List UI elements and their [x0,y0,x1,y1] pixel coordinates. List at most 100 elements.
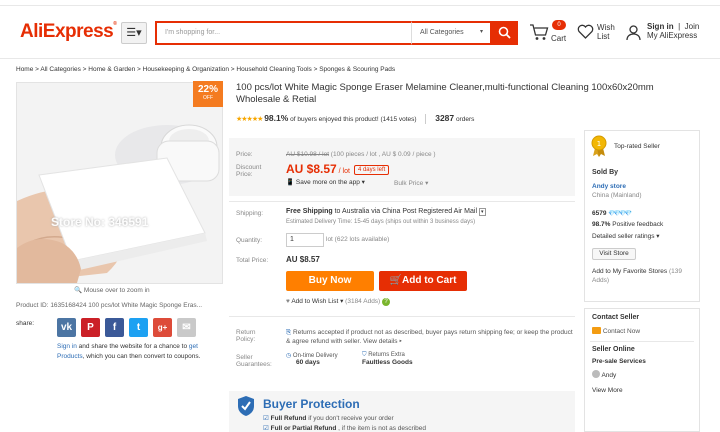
bp-line2-rest: , if the item is not as described [336,425,426,432]
check-icon: ☑ [263,425,269,432]
top-rated-seller: Top-rated Seller [614,143,660,150]
clock-icon: ◷ [286,353,292,359]
site-header: AliExpress® ☰▾ I'm shopping for... All C… [0,7,720,59]
shipping-to: to [332,208,343,215]
google-plus-icon[interactable]: g+ [153,318,172,337]
quantity-label: Quantity: [236,237,263,244]
share-signin-link[interactable]: Sign in [57,343,77,350]
feedback-label: Positive feedback [610,221,664,228]
seller-score[interactable]: 6579 💎💎💎💎 [592,210,632,217]
seller-guarantees-label: Seller Guarantees: [236,354,272,368]
visit-store-button[interactable]: Visit Store [592,248,636,260]
discount-badge: 22% OFF [193,81,223,107]
join-link[interactable]: Join [685,22,700,31]
category-select-value: All Categories [420,29,464,36]
search-icon [498,26,511,39]
return-policy: ⎘ Returns accepted if product not as des… [286,328,576,346]
orders-label: orders [454,116,475,123]
check-icon: ☑ [263,415,269,422]
contact-now-link[interactable]: Contact Now [592,327,640,335]
twitter-icon[interactable]: t [129,318,148,337]
wishlist-label: Add to Wish List ▾ [291,298,344,305]
top-strip [0,0,720,6]
pinterest-icon[interactable]: P [81,318,100,337]
guarantee-label-2: Guarantees: [236,361,272,368]
vk-icon[interactable]: vk [57,318,76,337]
divider [229,316,575,317]
chevron-down-icon[interactable]: ▾ [478,208,486,216]
cart-link[interactable]: 0 Cart [529,20,566,51]
bp-line1-bold: Full Refund [270,415,307,422]
agent-andy[interactable]: Andy [592,370,616,379]
returns-extra[interactable]: ⛉ Returns Extra Faultless Goods [362,352,413,366]
share-get-link[interactable]: get [189,343,198,350]
price-label: Price: [236,151,253,158]
seller-score-value: 6579 [592,210,607,217]
share-icons: vk P f t g+ ✉ [57,318,196,337]
add-to-wishlist[interactable]: ♥ Add to Wish List ▾ (3184 Adds) ? [286,297,391,306]
buy-now-button[interactable]: Buy Now [286,271,374,291]
account-link[interactable]: Sign in | Join My AliExpress [625,22,699,43]
contact-now-label: Contact Now [602,328,641,335]
signin-link[interactable]: Sign in [647,22,674,31]
buyer-protection-line-1: ☑ Full Refund if you don't receive your … [263,414,394,422]
original-price: AU $10.98 / lot (100 pieces / lot , AU $… [286,151,436,158]
add-to-cart-label: Add to Cart [402,275,457,286]
return-label-2: Policy: [236,336,256,343]
rating-text[interactable]: of buyers enjoyed this product! (1415 vo… [288,116,416,123]
add-favorite-store[interactable]: Add to My Favorite Stores (139 [592,268,682,275]
share-products-link[interactable]: Products [57,353,83,360]
sold-by-label: Sold By [592,169,619,176]
bulk-price-link[interactable]: Bulk Price ▾ [394,179,428,187]
medal-icon: 1 [591,135,607,157]
discount-off: OFF [203,95,213,101]
seller-online-title: Seller Online [592,346,635,353]
favorite-adds: Adds) [592,277,609,284]
email-icon[interactable]: ✉ [177,318,196,337]
guarantee-1-value: 60 days [296,359,320,366]
orders-count: 3287 [435,113,455,123]
category-select[interactable]: All Categories ▾ [411,21,490,45]
chevron-down-icon: ▾ [479,29,483,35]
share-text-1: and share the website for a chance to [76,343,189,350]
shipping-method[interactable]: Australia via China Post Registered Air … [342,208,477,215]
quantity-input[interactable]: 1 [286,233,324,247]
price-box [229,138,575,196]
aliexpress-logo[interactable]: AliExpress® [20,21,117,43]
search-button[interactable] [490,21,518,45]
agent-status-icon [592,370,600,378]
product-image[interactable]: Store No: 346591 Store No: 346591 [16,82,223,284]
rating-stars[interactable]: ★★★★★ [236,116,263,123]
free-shipping: Free Shipping [286,208,333,215]
bp-line1-rest: if you don't receive your order [306,415,394,422]
categories-menu-button[interactable]: ☰▾ [121,22,147,44]
favorite-count: (139 [667,268,682,275]
help-icon[interactable]: ? [382,298,391,306]
watermark-1: Store No: 346591 [51,171,149,185]
return-policy-label: Return Policy: [236,329,256,343]
discount-pct: 22% [197,84,218,95]
search-input[interactable]: I'm shopping for... [155,21,411,45]
discount-label-2: Price: [236,171,253,178]
breadcrumb[interactable]: Home > All Categories > Home & Garden > … [16,66,395,73]
bp-line2-bold: Full or Partial Refund [270,425,337,432]
price-unit: / lot [336,168,350,175]
return-text: Returns accepted if product not as descr… [286,329,573,345]
contact-seller-title: Contact Seller [592,314,640,321]
buyer-protection-title: Buyer Protection [263,397,360,411]
on-time-delivery[interactable]: ◷ On-time Delivery 60 days [286,352,338,366]
share-signin-note: Sign in and share the website for a chan… [57,342,227,362]
return-details-link[interactable]: View details ▸ [361,338,402,345]
total-price-value: AU $8.57 [286,255,320,264]
divider [590,341,694,342]
detailed-ratings-link[interactable]: Detailed seller ratings ▾ [592,232,660,240]
save-app-text: Save more on the app ▾ [295,179,365,186]
add-to-cart-button[interactable]: 🛒Add to Cart [379,271,467,291]
rating-row: ★★★★★ 98.1% of buyers enjoyed this produ… [236,113,475,125]
my-aliexpress-link[interactable]: My AliExpress [647,31,697,40]
view-more-link[interactable]: View More [592,387,623,394]
wish-list-link[interactable]: Wish List [577,23,615,41]
save-on-app[interactable]: 📱 Save more on the app ▾ [286,178,365,186]
store-name-link[interactable]: Andy store [592,183,626,190]
facebook-icon[interactable]: f [105,318,124,337]
